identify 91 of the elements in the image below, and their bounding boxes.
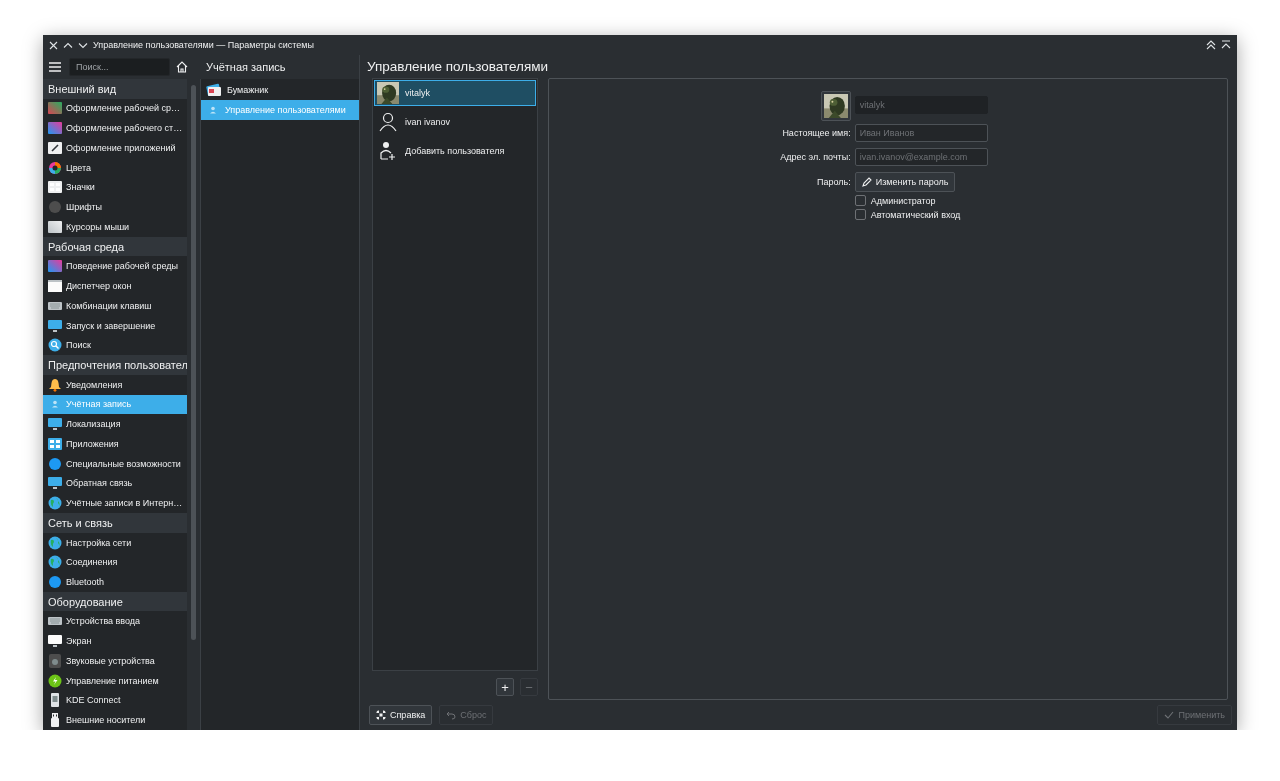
sidebar-item[interactable]: Экран <box>43 631 187 651</box>
window-title: Управление пользователями — Параметры системы <box>93 40 315 50</box>
window-icon <box>48 279 62 294</box>
globe-icon <box>48 535 62 550</box>
monitor-icon <box>48 417 62 432</box>
sidebar-item[interactable]: Поиск <box>43 335 187 356</box>
sidebar-item[interactable]: Звуковые устройства <box>43 650 187 671</box>
sidebar-item[interactable]: Специальные возможности <box>43 453 187 474</box>
circle-icon <box>48 200 62 215</box>
chevron-up-icon[interactable] <box>63 40 73 50</box>
sidebar-item[interactable]: Обратная связь <box>43 473 187 494</box>
user-item[interactable]: ivan ivanov <box>374 109 536 135</box>
phone-icon <box>48 693 62 708</box>
category-header: Сеть и связь <box>43 513 187 533</box>
circle-icon <box>48 456 62 471</box>
user-item[interactable]: vitalyk <box>374 80 536 106</box>
field-label: Настоящее имя: <box>781 128 851 138</box>
sidebar-item[interactable]: Комбинации клавиш <box>43 295 187 316</box>
add-button[interactable]: + <box>496 678 514 696</box>
brush-icon <box>48 140 62 155</box>
undo-icon <box>446 710 457 720</box>
globe-icon <box>48 555 62 570</box>
grid-icon <box>48 180 62 195</box>
person-icon <box>377 111 399 133</box>
sidebar-item[interactable]: Диспетчер окон <box>43 276 187 296</box>
field-label: Пароль: <box>815 177 851 187</box>
sidebar-item[interactable]: Курсоры мыши <box>43 217 187 237</box>
sidebar-item[interactable]: Запуск и завершение <box>43 315 187 336</box>
search-icon <box>48 338 62 353</box>
avatar-button[interactable] <box>820 91 851 121</box>
input-field[interactable]: Иван Иванов <box>854 124 988 142</box>
color-wheel-icon <box>48 160 62 175</box>
home-icon[interactable] <box>176 61 188 73</box>
menu-icon[interactable] <box>49 62 61 72</box>
circle-icon <box>48 575 62 589</box>
help-button[interactable]: Справка <box>369 705 433 725</box>
sidebar-item[interactable]: Управление питанием <box>43 670 187 691</box>
monitor-icon <box>48 634 62 649</box>
sidebar-item[interactable]: Bluetooth <box>43 572 187 592</box>
sidebar-item[interactable]: Соединения <box>43 552 187 573</box>
speaker-icon <box>48 653 62 668</box>
close-icon[interactable] <box>49 40 58 50</box>
grid-icon <box>48 436 62 451</box>
field-label: Адрес эл. почты: <box>780 152 851 162</box>
pencil-icon <box>861 177 872 187</box>
checkbox[interactable] <box>854 209 866 220</box>
card-icon <box>206 82 222 97</box>
monitor-icon <box>48 318 62 333</box>
lifebuoy-icon <box>376 710 386 720</box>
sidebar-item[interactable]: Значки <box>43 177 187 198</box>
monitor-icon <box>48 476 62 491</box>
category-header: Внешний вид <box>43 79 187 99</box>
category-header: Оборудование <box>43 591 187 612</box>
double-chevron-up-icon[interactable] <box>1206 40 1216 50</box>
chevron-down-icon[interactable] <box>78 40 88 50</box>
tile-icon <box>48 121 62 136</box>
section-title: Учётная запись <box>205 60 287 75</box>
sidebar-item[interactable]: Уведомления <box>43 374 187 395</box>
sidebar-item[interactable]: Шрифты <box>43 197 187 218</box>
sidebar-item[interactable]: Оформление рабочей ср… <box>43 98 187 119</box>
bell-icon <box>48 377 62 392</box>
sidebar-item[interactable]: Поведение рабочей среды <box>43 256 187 277</box>
tile-icon <box>48 219 62 234</box>
search-field[interactable]: Поиск... <box>69 58 170 76</box>
sidebar-item[interactable]: Оформление рабочего ст… <box>43 118 187 139</box>
checkbox[interactable] <box>854 195 866 206</box>
checkbox-label: Администратор <box>870 195 936 206</box>
page-title: Управление пользователями <box>367 58 550 76</box>
sidebar-item[interactable]: Настройка сети <box>43 532 187 553</box>
tile-icon <box>48 101 62 116</box>
sidebar-item[interactable]: KDE Connect <box>43 690 187 711</box>
sidebar-item[interactable]: Устройства ввода <box>43 611 187 632</box>
user-item[interactable]: Добавить пользователя <box>374 138 536 164</box>
input-field[interactable]: ivan.ivanov@example.com <box>854 148 988 166</box>
sidebar-item[interactable]: Локализация <box>43 414 187 435</box>
scrollbar-thumb[interactable] <box>191 85 196 640</box>
nav-item[interactable]: Бумажник <box>201 80 359 100</box>
tile-icon <box>48 259 62 274</box>
change-password-button[interactable]: Изменить пароль <box>854 172 956 192</box>
power-icon <box>48 673 62 688</box>
sidebar-item[interactable]: Внешние носители <box>43 710 187 730</box>
category-header: Предпочтения пользовател <box>43 355 187 375</box>
checkbox-label: Автоматический вход <box>870 209 961 220</box>
sidebar-item[interactable]: Приложения <box>43 434 187 454</box>
sidebar-item[interactable]: Цвета <box>43 157 187 178</box>
keep-above-icon[interactable] <box>1221 40 1231 50</box>
globe-icon <box>48 496 62 511</box>
category-header: Рабочая среда <box>43 236 187 257</box>
check-icon <box>1164 710 1175 720</box>
sidebar-item[interactable]: Учётные записи в Интерн… <box>43 493 187 514</box>
sidebar-item[interactable]: Оформление приложений <box>43 138 187 158</box>
